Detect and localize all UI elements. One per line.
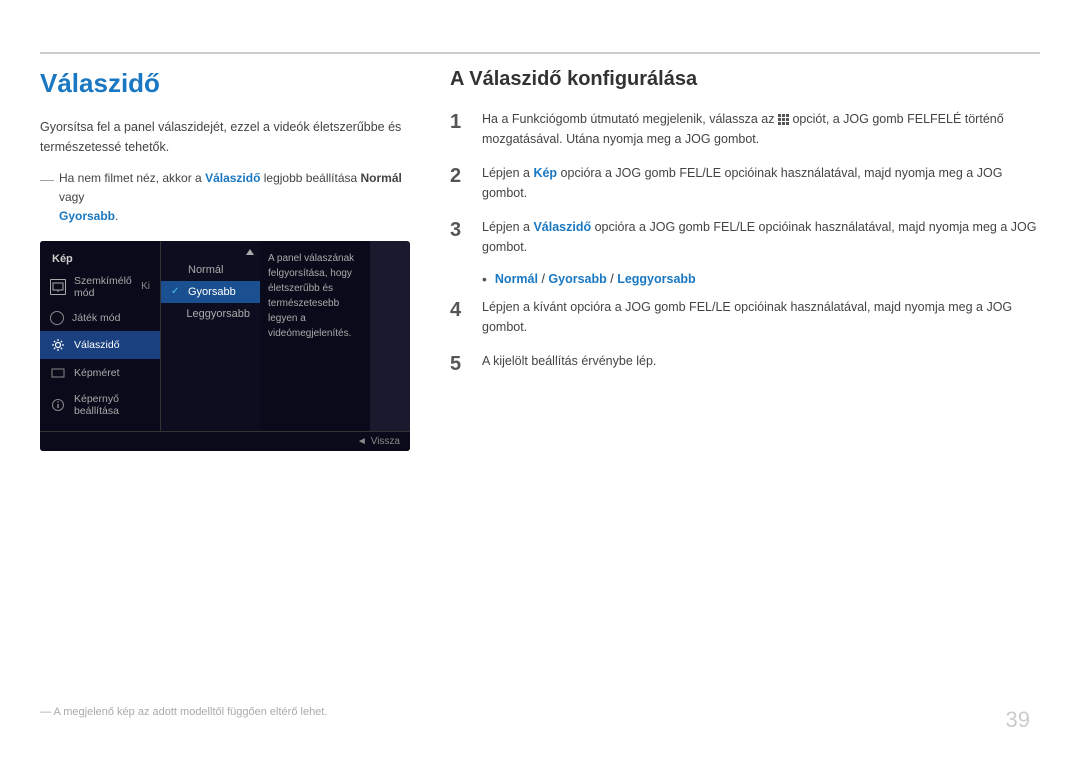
step-3-valaszido-link: Válaszidő xyxy=(533,220,591,234)
step-5: 5 A kijelölt beállítás érvénybe lép. xyxy=(450,351,1040,377)
osd-jatek-text: Játék mód xyxy=(72,312,120,324)
osd-back-button[interactable]: ◄ Vissza xyxy=(357,436,400,447)
step-4-text: Lépjen a kívánt opcióra a JOG gomb FEL/L… xyxy=(482,297,1040,337)
osd-submenu-normal[interactable]: Normál xyxy=(161,259,260,281)
osd-left-panel: Kép Szemkímélő mód Ki Játék mód xyxy=(40,241,160,431)
osd-szemkimelo-shortcut: Ki xyxy=(141,281,150,292)
section-title: A Válaszidő konfigurálása xyxy=(450,68,1040,91)
monitor-mockup: Kép Szemkímélő mód Ki Játék mód xyxy=(40,241,410,451)
note-dash: — xyxy=(40,168,54,227)
right-column: A Válaszidő konfigurálása 1 Ha a Funkció… xyxy=(450,68,1040,391)
back-label: Vissza xyxy=(371,436,400,447)
osd-submenu-gyorsabb[interactable]: ✓ Gyorsabb xyxy=(161,281,260,303)
bullet-options: • Normál / Gyorsabb / Leggyorsabb xyxy=(482,271,1040,287)
step-1-number: 1 xyxy=(450,109,468,135)
page-number: 39 xyxy=(1006,707,1030,733)
step-3-text: Lépjen a Válaszidő opcióra a JOG gomb FE… xyxy=(482,217,1040,257)
osd-item-szemkimelo[interactable]: Szemkímélő mód Ki xyxy=(40,269,160,305)
osd-kep-label: Kép xyxy=(40,249,160,269)
page-title: Válaszidő xyxy=(40,68,410,99)
osd-submenu-leggyorsabb[interactable]: Leggyorsabb xyxy=(161,303,260,325)
tri-up-icon xyxy=(246,249,254,255)
note-link-valaszido: Válaszidő xyxy=(205,171,260,185)
osd-szemkimelo-text: Szemkímélő mód xyxy=(74,275,133,299)
osd-gear-icon xyxy=(50,337,66,353)
step-4: 4 Lépjen a kívánt opcióra a JOG gomb FEL… xyxy=(450,297,1040,337)
left-column: Válaszidő Gyorsítsa fel a panel válaszid… xyxy=(40,68,410,451)
footnote-text: — A megjelenő kép az adott modelltől füg… xyxy=(40,706,327,718)
submenu-leggyorsabb-text: Leggyorsabb xyxy=(186,308,250,320)
check-leggyorsabb xyxy=(171,308,181,319)
osd-item-kepszelesseg[interactable]: Képméret xyxy=(40,359,160,387)
submenu-normal-text: Normál xyxy=(188,264,223,276)
bullet-dot: • xyxy=(482,271,487,287)
back-arrow-icon: ◄ xyxy=(357,436,367,447)
left-note: — Ha nem filmet néz, akkor a Válaszidő l… xyxy=(40,169,410,227)
submenu-gyorsabb-text: Gyorsabb xyxy=(188,286,236,298)
osd-description-text: A panel válaszának felgyorsítása, hogy é… xyxy=(268,253,354,339)
note-link-gyorsabb: Gyorsabb xyxy=(59,209,115,223)
osd-item-kepernyo[interactable]: Képernyő beállítása xyxy=(40,387,160,423)
step-2-text: Lépjen a Kép opcióra a JOG gomb FEL/LE o… xyxy=(482,163,1040,203)
intro-text: Gyorsítsa fel a panel válaszidejét, ezze… xyxy=(40,117,410,157)
note-normal: Normál xyxy=(361,171,402,185)
check-gyorsabb: ✓ xyxy=(171,286,183,297)
step-3-number: 3 xyxy=(450,217,468,243)
grid-icon-inline xyxy=(778,114,789,125)
osd-valaszido-text: Válaszidő xyxy=(74,339,120,351)
osd-kepszelesseg-text: Képméret xyxy=(74,367,120,379)
osd-bottom-bar: ◄ Vissza xyxy=(40,431,410,451)
osd-size-icon xyxy=(50,365,66,381)
osd-item-valaszido[interactable]: Válaszidő xyxy=(40,331,160,359)
osd-circle-icon xyxy=(50,311,64,325)
osd-description-panel: A panel válaszának felgyorsítása, hogy é… xyxy=(260,241,370,431)
step-3: 3 Lépjen a Válaszidő opcióra a JOG gomb … xyxy=(450,217,1040,257)
step-2-number: 2 xyxy=(450,163,468,189)
step-5-text: A kijelölt beállítás érvénybe lép. xyxy=(482,351,1040,371)
step-4-number: 4 xyxy=(450,297,468,323)
osd-monitor-icon xyxy=(50,279,66,295)
step-2-kep-link: Kép xyxy=(533,166,557,180)
osd-kepernyo-text: Képernyő beállítása xyxy=(74,393,150,417)
note-content: Ha nem filmet néz, akkor a Válaszidő leg… xyxy=(59,169,410,227)
step-2: 2 Lépjen a Kép opcióra a JOG gomb FEL/LE… xyxy=(450,163,1040,203)
osd-submenu: Normál ✓ Gyorsabb Leggyorsabb xyxy=(160,241,260,431)
check-normal xyxy=(171,264,183,275)
osd-info-icon xyxy=(50,397,66,413)
options-text: Normál / Gyorsabb / Leggyorsabb xyxy=(495,272,696,286)
step-1-text: Ha a Funkciógomb útmutató megjelenik, vá… xyxy=(482,109,1040,149)
step-5-number: 5 xyxy=(450,351,468,377)
step-1: 1 Ha a Funkciógomb útmutató megjelenik, … xyxy=(450,109,1040,149)
top-divider-line xyxy=(40,52,1040,54)
osd-item-jatek[interactable]: Játék mód xyxy=(40,305,160,331)
